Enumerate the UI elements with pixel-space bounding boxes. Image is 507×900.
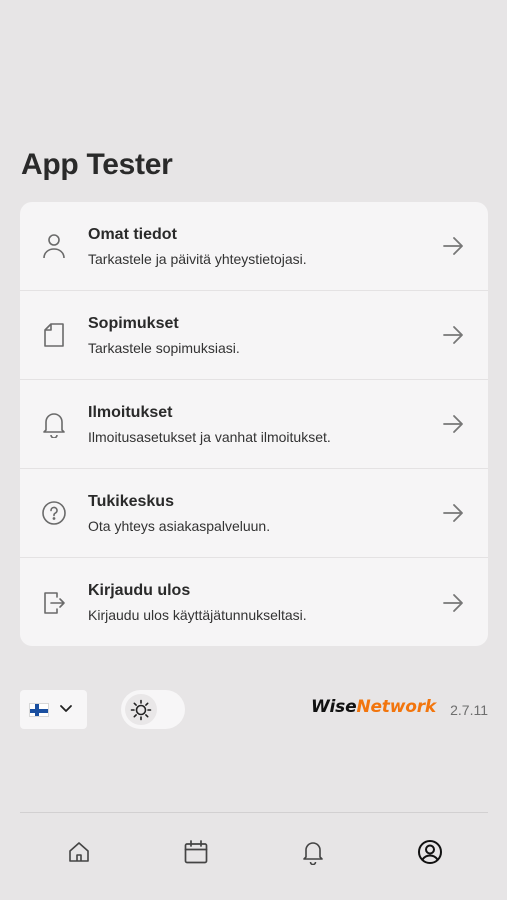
home-icon: [67, 840, 91, 869]
arrow-right-icon: [418, 503, 488, 523]
menu-item-omat-tiedot[interactable]: Omat tiedot Tarkastele ja päivitä yhteys…: [20, 202, 488, 291]
menu-item-tukikeskus[interactable]: Tukikeskus Ota yhteys asiakaspalveluun.: [20, 469, 488, 558]
menu-item-description: Kirjaudu ulos käyttäjätunnukseltasi.: [88, 607, 307, 623]
theme-toggle[interactable]: [121, 690, 185, 729]
bottom-tab-bar: [20, 836, 488, 872]
menu-item-description: Ilmoitusasetukset ja vanhat ilmoitukset.: [88, 428, 331, 445]
language-select[interactable]: [20, 690, 87, 729]
menu-item-title: Omat tiedot: [88, 225, 177, 243]
wisenetwork-logo: WiseNetwork: [311, 697, 436, 717]
sun-icon: [125, 694, 157, 725]
logout-icon: [20, 590, 88, 616]
footer-controls: WiseNetwork 2.7.11: [20, 689, 488, 729]
app-version: 2.7.11: [450, 702, 488, 718]
help-circle-icon: [20, 500, 88, 526]
calendar-icon: [183, 839, 209, 870]
profile-circle-icon: [417, 839, 443, 870]
arrow-right-icon: [418, 414, 488, 434]
user-icon: [20, 233, 88, 259]
menu-item-sopimukset[interactable]: Sopimukset Tarkastele sopimuksiasi.: [20, 291, 488, 380]
menu-item-title: Sopimukset: [88, 314, 179, 332]
bell-icon: [301, 839, 325, 870]
menu-item-description: Tarkastele ja päivitä yhteystietojasi.: [88, 250, 307, 267]
menu-item-title: Ilmoitukset: [88, 403, 173, 421]
menu-item-title: Tukikeskus: [88, 492, 174, 510]
tab-notifications[interactable]: [254, 836, 371, 872]
page-title: App Tester: [21, 148, 173, 181]
menu-item-ilmoitukset[interactable]: Ilmoitukset Ilmoitusasetukset ja vanhat …: [20, 380, 488, 469]
menu-item-title: Kirjaudu ulos: [88, 582, 191, 599]
tab-profile[interactable]: [371, 836, 488, 872]
arrow-right-icon: [418, 325, 488, 345]
menu-item-description: Tarkastele sopimuksiasi.: [88, 339, 240, 356]
tab-home[interactable]: [20, 836, 137, 872]
arrow-right-icon: [418, 593, 488, 613]
document-icon: [20, 322, 88, 348]
chevron-down-icon: [59, 701, 73, 719]
finland-flag-icon: [29, 702, 49, 717]
arrow-right-icon: [418, 236, 488, 256]
bell-icon: [20, 410, 88, 438]
tab-calendar[interactable]: [137, 836, 254, 872]
menu-item-kirjaudu-ulos[interactable]: Kirjaudu ulos Kirjaudu ulos käyttäjätunn…: [20, 558, 488, 646]
tabbar-divider: [20, 812, 488, 813]
menu-item-description: Ota yhteys asiakaspalveluun.: [88, 517, 271, 534]
settings-menu: Omat tiedot Tarkastele ja päivitä yhteys…: [20, 202, 488, 646]
